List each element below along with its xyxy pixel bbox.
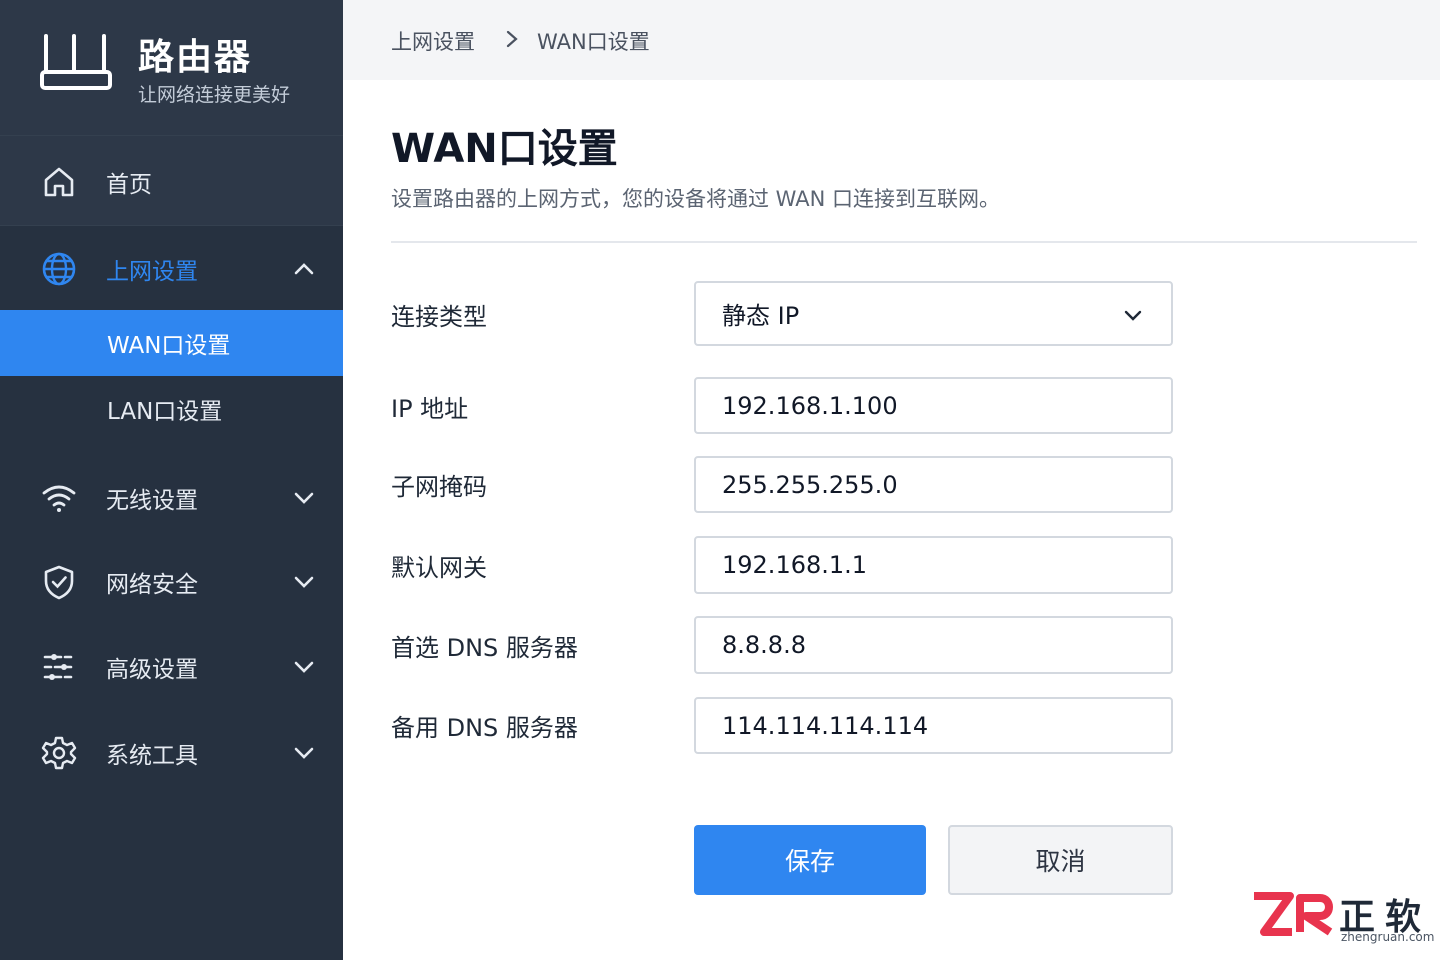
chevron-down-icon (290, 568, 318, 596)
sidebar-item-wireless[interactable]: 无线设置 (0, 456, 343, 540)
brand-subtitle: 让网络连接更美好 (138, 84, 291, 106)
breadcrumb-item-internet[interactable]: 上网设置 (391, 26, 475, 56)
chevron-right-icon (506, 30, 518, 48)
ip-address-input[interactable] (694, 377, 1173, 434)
globe-icon (40, 250, 78, 288)
page-description: 设置路由器的上网方式，您的设备将通过 WAN 口连接到互联网。 (391, 187, 1001, 211)
brand-title: 路由器 (138, 37, 253, 78)
sidebar-item-label: 系统工具 (106, 743, 198, 769)
sidebar-subitem-label: WAN口设置 (107, 333, 231, 359)
sidebar-item-advanced[interactable]: 高级设置 (0, 624, 343, 710)
secondary-dns-input[interactable] (694, 697, 1173, 754)
connection-type-label: 连接类型 (391, 303, 487, 331)
page-title: WAN口设置 (391, 126, 618, 172)
cancel-button[interactable]: 取消 (948, 825, 1173, 895)
sidebar: 路由器 让网络连接更美好 首页 上网设置 WAN口设置 LAN口设置 无线设置 (0, 0, 343, 960)
sidebar-item-label: 高级设置 (106, 657, 198, 683)
chevron-down-icon (290, 653, 318, 681)
default-gateway-input[interactable] (694, 536, 1173, 594)
sidebar-item-label: 上网设置 (106, 259, 198, 285)
sidebar-item-system-tools[interactable]: 系统工具 (0, 710, 343, 796)
secondary-dns-label: 备用 DNS 服务器 (391, 714, 578, 742)
sidebar-item-internet[interactable]: 上网设置 (0, 228, 343, 310)
subnet-mask-input[interactable] (694, 456, 1173, 513)
sidebar-item-label: 首页 (106, 172, 152, 198)
router-icon (40, 34, 112, 90)
ip-address-label: IP 地址 (391, 395, 469, 423)
wifi-icon (40, 479, 78, 517)
chevron-down-icon (290, 484, 318, 512)
breadcrumb: 上网设置 WAN口设置 (343, 0, 1440, 80)
chevron-down-icon (1124, 310, 1142, 321)
sidebar-subitem-lan[interactable]: LAN口设置 (0, 376, 343, 442)
sidebar-item-label: 网络安全 (106, 572, 198, 598)
default-gateway-label: 默认网关 (391, 554, 487, 582)
connection-type-select[interactable]: 静态 IP (694, 281, 1173, 346)
gear-icon (40, 734, 78, 772)
shield-icon (40, 563, 78, 601)
divider (391, 241, 1417, 243)
save-button[interactable]: 保存 (694, 825, 926, 895)
brand: 路由器 让网络连接更美好 (0, 0, 343, 136)
connection-type-value: 静态 IP (722, 302, 800, 330)
sidebar-subitem-label: LAN口设置 (107, 399, 223, 425)
breadcrumb-item-wan: WAN口设置 (537, 30, 650, 54)
subnet-mask-label: 子网掩码 (391, 473, 487, 501)
watermark-url: zhengruan.com (1341, 930, 1435, 944)
primary-dns-label: 首选 DNS 服务器 (391, 634, 578, 662)
sidebar-item-security[interactable]: 网络安全 (0, 540, 343, 624)
sidebar-item-label: 无线设置 (106, 488, 198, 514)
sidebar-subitem-wan[interactable]: WAN口设置 (0, 310, 343, 376)
chevron-down-icon (290, 739, 318, 767)
chevron-up-icon (290, 255, 318, 283)
sidebar-item-home[interactable]: 首页 (0, 136, 343, 228)
home-icon (40, 163, 78, 201)
primary-dns-input[interactable] (694, 616, 1173, 674)
sliders-icon (40, 648, 78, 686)
